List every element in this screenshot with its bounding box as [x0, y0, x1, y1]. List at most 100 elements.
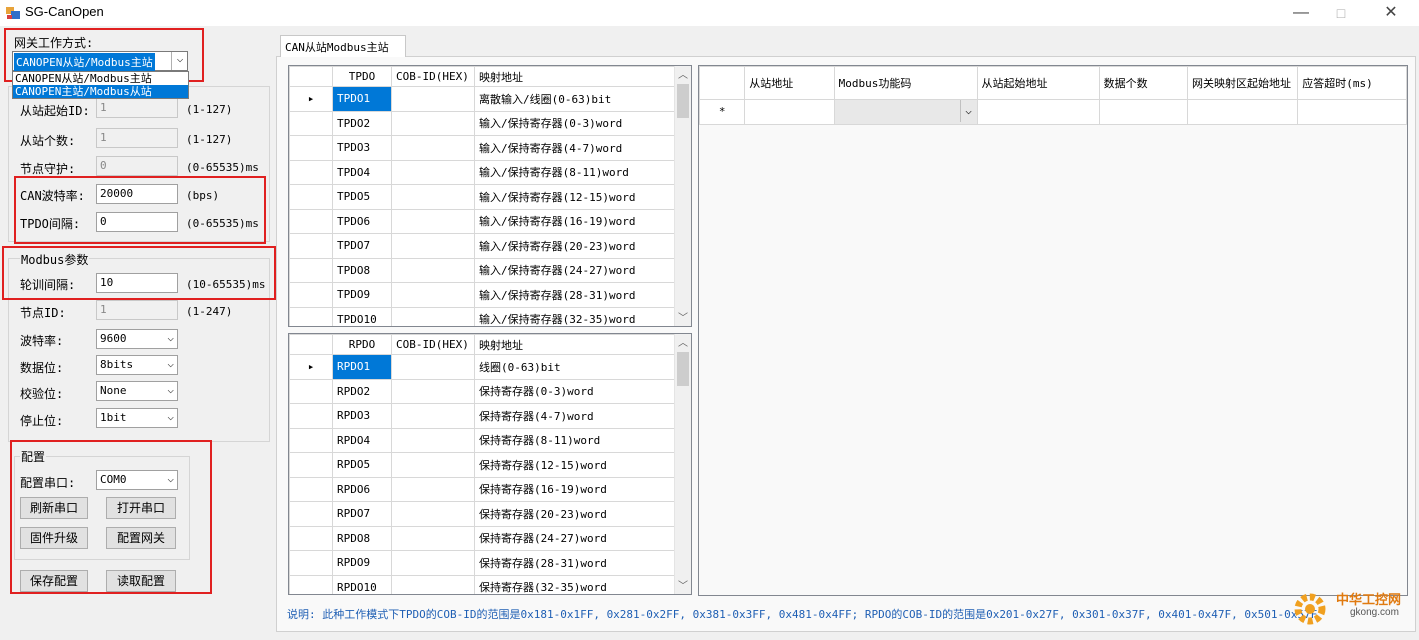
table-row[interactable]: RPDO5 保持寄存器(12-15)word — [289, 452, 675, 478]
rpdo-scrollbar[interactable]: ︿ ﹀ — [674, 334, 691, 594]
table-cell[interactable] — [976, 99, 1100, 125]
column-header[interactable]: 网关映射区起始地址 — [1186, 66, 1299, 100]
table-cell[interactable]: TPDO10 — [332, 306, 392, 326]
table-cell[interactable] — [744, 99, 835, 125]
table-row[interactable]: TPDO10 输入/保持寄存器(32-35)word — [289, 306, 675, 326]
row-header[interactable] — [289, 159, 333, 185]
table-cell[interactable] — [391, 306, 475, 326]
start-id-input[interactable]: 1 — [96, 98, 178, 118]
column-header[interactable]: 从站地址 — [744, 66, 835, 100]
table-row[interactable]: RPDO10 保持寄存器(32-35)word — [289, 574, 675, 594]
current-row-arrow-icon[interactable]: ▸ — [289, 86, 333, 112]
table-cell[interactable]: 保持寄存器(16-19)word — [474, 476, 675, 502]
table-row[interactable]: RPDO6 保持寄存器(16-19)word — [289, 476, 675, 502]
tpdo-grid[interactable]: TPDO COB-ID(HEX) 映射地址 ▸ TPDO1 离散输入/线圈(0-63… — [288, 65, 692, 327]
table-cell[interactable]: 输入/保持寄存器(16-19)word — [474, 208, 675, 234]
row-header[interactable] — [289, 306, 333, 326]
table-row[interactable]: RPDO4 保持寄存器(8-11)word — [289, 427, 675, 453]
table-row[interactable]: ▸ RPDO1 线圈(0-63)bit — [289, 354, 675, 380]
column-header[interactable]: COB-ID(HEX) — [391, 66, 475, 87]
table-cell[interactable]: TPDO2 — [332, 110, 392, 136]
current-row-arrow-icon[interactable]: ▸ — [289, 354, 333, 380]
table-row[interactable]: RPDO7 保持寄存器(20-23)word — [289, 501, 675, 527]
row-header[interactable] — [289, 110, 333, 136]
row-header[interactable] — [289, 476, 333, 502]
table-cell[interactable] — [391, 282, 475, 308]
column-header[interactable]: COB-ID(HEX) — [391, 334, 475, 355]
scroll-thumb[interactable] — [677, 352, 689, 386]
table-cell[interactable]: 保持寄存器(20-23)word — [474, 501, 675, 527]
table-cell[interactable] — [1186, 99, 1299, 125]
table-cell[interactable] — [391, 354, 475, 380]
row-header[interactable] — [289, 452, 333, 478]
scroll-thumb[interactable] — [677, 84, 689, 118]
table-cell[interactable]: 线圈(0-63)bit — [474, 354, 675, 380]
table-cell[interactable] — [391, 476, 475, 502]
row-header[interactable] — [289, 550, 333, 576]
node-id-input[interactable]: 1 — [96, 300, 178, 320]
stopbits-select[interactable]: 1bit ⌵ — [96, 408, 178, 428]
scroll-down-icon[interactable]: ﹀ — [675, 577, 691, 594]
table-cell[interactable]: RPDO1 — [332, 354, 392, 380]
table-cell[interactable] — [391, 184, 475, 210]
table-cell[interactable]: RPDO2 — [332, 378, 392, 404]
table-cell[interactable]: 保持寄存器(8-11)word — [474, 427, 675, 453]
baud-select[interactable]: 9600 ⌵ — [96, 329, 178, 349]
row-header[interactable] — [289, 403, 333, 429]
table-cell[interactable]: RPDO5 — [332, 452, 392, 478]
table-cell[interactable]: TPDO9 — [332, 282, 392, 308]
table-cell[interactable]: TPDO8 — [332, 257, 392, 283]
table-cell[interactable] — [1297, 99, 1407, 125]
scroll-up-icon[interactable]: ︿ — [675, 334, 691, 351]
table-row[interactable]: RPDO8 保持寄存器(24-27)word — [289, 525, 675, 551]
table-row[interactable]: TPDO3 输入/保持寄存器(4-7)word — [289, 135, 675, 161]
table-cell[interactable]: 保持寄存器(32-35)word — [474, 574, 675, 594]
table-cell[interactable] — [391, 110, 475, 136]
tab-can-slave-modbus-master[interactable]: CAN从站Modbus主站 — [280, 35, 406, 57]
modbus-grid[interactable]: 从站地址 Modbus功能码 从站起始地址 数据个数 网关映射区起始地址 应答超… — [698, 65, 1408, 596]
table-row[interactable]: RPDO9 保持寄存器(28-31)word — [289, 550, 675, 576]
table-cell[interactable]: RPDO8 — [332, 525, 392, 551]
table-row[interactable]: RPDO3 保持寄存器(4-7)word — [289, 403, 675, 429]
table-cell[interactable]: RPDO10 — [332, 574, 392, 594]
table-cell[interactable]: 输入/保持寄存器(20-23)word — [474, 233, 675, 259]
table-cell[interactable] — [391, 525, 475, 551]
table-cell[interactable] — [391, 233, 475, 259]
table-cell[interactable]: 输入/保持寄存器(32-35)word — [474, 306, 675, 326]
row-header[interactable] — [289, 501, 333, 527]
table-cell[interactable]: TPDO3 — [332, 135, 392, 161]
table-cell[interactable] — [391, 403, 475, 429]
table-cell[interactable]: 保持寄存器(28-31)word — [474, 550, 675, 576]
table-row[interactable]: TPDO9 输入/保持寄存器(28-31)word — [289, 282, 675, 308]
table-row[interactable]: TPDO7 输入/保持寄存器(20-23)word — [289, 233, 675, 259]
table-row[interactable]: TPDO8 输入/保持寄存器(24-27)word — [289, 257, 675, 283]
row-header[interactable] — [289, 208, 333, 234]
row-header[interactable] — [289, 574, 333, 594]
table-cell[interactable]: 输入/保持寄存器(24-27)word — [474, 257, 675, 283]
column-header[interactable]: TPDO — [332, 66, 392, 87]
table-cell[interactable] — [391, 135, 475, 161]
parity-select[interactable]: None ⌵ — [96, 381, 178, 401]
table-cell[interactable] — [391, 452, 475, 478]
table-cell[interactable]: 输入/保持寄存器(12-15)word — [474, 184, 675, 210]
scroll-down-icon[interactable]: ﹀ — [675, 309, 691, 326]
column-header[interactable]: RPDO — [332, 334, 392, 355]
table-cell[interactable]: RPDO4 — [332, 427, 392, 453]
close-button[interactable]: ✕ — [1368, 0, 1414, 26]
scroll-up-icon[interactable]: ︿ — [675, 66, 691, 83]
table-row[interactable]: ▸ TPDO1 离散输入/线圈(0-63)bit — [289, 86, 675, 112]
row-header[interactable] — [289, 184, 333, 210]
table-cell[interactable]: 输入/保持寄存器(28-31)word — [474, 282, 675, 308]
table-cell[interactable]: TPDO4 — [332, 159, 392, 185]
table-cell[interactable]: 保持寄存器(0-3)word — [474, 378, 675, 404]
maximize-button[interactable]: □ — [1318, 0, 1364, 26]
databits-select[interactable]: 8bits ⌵ — [96, 355, 178, 375]
column-header[interactable]: 应答超时(ms) — [1297, 66, 1407, 100]
row-header[interactable] — [289, 378, 333, 404]
table-cell[interactable]: TPDO7 — [332, 233, 392, 259]
table-row[interactable]: TPDO6 输入/保持寄存器(16-19)word — [289, 208, 675, 234]
row-header[interactable] — [289, 233, 333, 259]
table-cell[interactable]: 输入/保持寄存器(0-3)word — [474, 110, 675, 136]
table-cell[interactable]: 输入/保持寄存器(4-7)word — [474, 135, 675, 161]
table-cell[interactable] — [391, 427, 475, 453]
